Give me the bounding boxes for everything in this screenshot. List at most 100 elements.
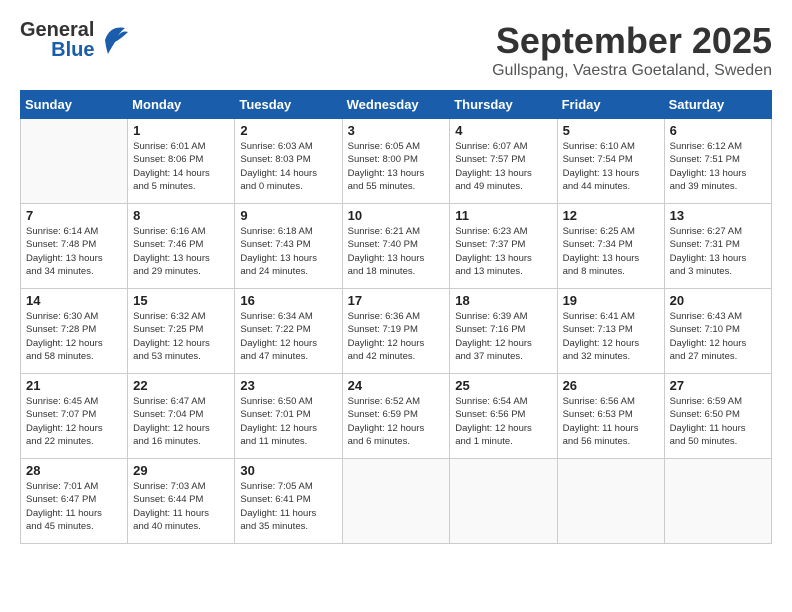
- title-block: September 2025 Gullspang, Vaestra Goetal…: [492, 20, 772, 80]
- weekday-header-wednesday: Wednesday: [342, 91, 450, 119]
- day-info: Sunrise: 6:47 AM Sunset: 7:04 PM Dayligh…: [133, 395, 229, 448]
- weekday-header-row: SundayMondayTuesdayWednesdayThursdayFrid…: [21, 91, 772, 119]
- day-number: 5: [563, 123, 659, 138]
- day-info: Sunrise: 6:43 AM Sunset: 7:10 PM Dayligh…: [670, 310, 766, 363]
- day-number: 10: [348, 208, 445, 223]
- week-row-5: 28 Sunrise: 7:01 AM Sunset: 6:47 PM Dayli…: [21, 459, 772, 544]
- day-number: 12: [563, 208, 659, 223]
- day-info: Sunrise: 6:16 AM Sunset: 7:46 PM Dayligh…: [133, 225, 229, 278]
- day-number: 15: [133, 293, 229, 308]
- logo-bird-icon: [100, 20, 130, 60]
- day-number: 22: [133, 378, 229, 393]
- day-number: 3: [348, 123, 445, 138]
- day-info: Sunrise: 6:52 AM Sunset: 6:59 PM Dayligh…: [348, 395, 445, 448]
- calendar-cell: 21 Sunrise: 6:45 AM Sunset: 7:07 PM Dayli…: [21, 374, 128, 459]
- calendar-cell: 30 Sunrise: 7:05 AM Sunset: 6:41 PM Dayli…: [235, 459, 342, 544]
- calendar-cell: 9 Sunrise: 6:18 AM Sunset: 7:43 PM Daylig…: [235, 204, 342, 289]
- day-info: Sunrise: 6:27 AM Sunset: 7:31 PM Dayligh…: [670, 225, 766, 278]
- day-number: 26: [563, 378, 659, 393]
- day-info: Sunrise: 6:05 AM Sunset: 8:00 PM Dayligh…: [348, 140, 445, 193]
- day-number: 8: [133, 208, 229, 223]
- day-info: Sunrise: 6:39 AM Sunset: 7:16 PM Dayligh…: [455, 310, 551, 363]
- page-header: General Blue September 2025 Gullspang, V…: [20, 20, 772, 80]
- calendar-cell: 15 Sunrise: 6:32 AM Sunset: 7:25 PM Dayli…: [128, 289, 235, 374]
- day-number: 29: [133, 463, 229, 478]
- day-info: Sunrise: 6:56 AM Sunset: 6:53 PM Dayligh…: [563, 395, 659, 448]
- calendar-cell: 3 Sunrise: 6:05 AM Sunset: 8:00 PM Daylig…: [342, 119, 450, 204]
- day-info: Sunrise: 6:41 AM Sunset: 7:13 PM Dayligh…: [563, 310, 659, 363]
- calendar-cell: 11Sunrise: 6:23 AM Sunset: 7:37 PM Dayli…: [450, 204, 557, 289]
- calendar-cell: 20Sunrise: 6:43 AM Sunset: 7:10 PM Dayli…: [664, 289, 771, 374]
- day-info: Sunrise: 6:59 AM Sunset: 6:50 PM Dayligh…: [670, 395, 766, 448]
- day-number: 28: [26, 463, 122, 478]
- day-info: Sunrise: 6:10 AM Sunset: 7:54 PM Dayligh…: [563, 140, 659, 193]
- calendar-cell: 16 Sunrise: 6:34 AM Sunset: 7:22 PM Dayli…: [235, 289, 342, 374]
- calendar-cell: 10 Sunrise: 6:21 AM Sunset: 7:40 PM Dayli…: [342, 204, 450, 289]
- day-number: 30: [240, 463, 336, 478]
- day-info: Sunrise: 6:07 AM Sunset: 7:57 PM Dayligh…: [455, 140, 551, 193]
- calendar-cell: 5 Sunrise: 6:10 AM Sunset: 7:54 PM Daylig…: [557, 119, 664, 204]
- calendar-cell: 29 Sunrise: 7:03 AM Sunset: 6:44 PM Dayli…: [128, 459, 235, 544]
- month-title: September 2025: [492, 20, 772, 62]
- calendar-cell: 4 Sunrise: 6:07 AM Sunset: 7:57 PM Daylig…: [450, 119, 557, 204]
- calendar-cell: [21, 119, 128, 204]
- day-number: 6: [670, 123, 766, 138]
- weekday-header-sunday: Sunday: [21, 91, 128, 119]
- day-info: Sunrise: 6:18 AM Sunset: 7:43 PM Dayligh…: [240, 225, 336, 278]
- calendar-cell: 23Sunrise: 6:50 AM Sunset: 7:01 PM Dayli…: [235, 374, 342, 459]
- day-number: 13: [670, 208, 766, 223]
- day-number: 4: [455, 123, 551, 138]
- day-number: 17: [348, 293, 445, 308]
- calendar-cell: 2Sunrise: 6:03 AM Sunset: 8:03 PM Daylig…: [235, 119, 342, 204]
- day-info: Sunrise: 7:05 AM Sunset: 6:41 PM Dayligh…: [240, 480, 336, 533]
- day-number: 19: [563, 293, 659, 308]
- day-info: Sunrise: 7:03 AM Sunset: 6:44 PM Dayligh…: [133, 480, 229, 533]
- calendar-table: SundayMondayTuesdayWednesdayThursdayFrid…: [20, 90, 772, 544]
- day-info: Sunrise: 6:45 AM Sunset: 7:07 PM Dayligh…: [26, 395, 122, 448]
- calendar-cell: 12 Sunrise: 6:25 AM Sunset: 7:34 PM Dayli…: [557, 204, 664, 289]
- weekday-header-monday: Monday: [128, 91, 235, 119]
- logo: General Blue: [20, 20, 130, 60]
- calendar-cell: 8 Sunrise: 6:16 AM Sunset: 7:46 PM Daylig…: [128, 204, 235, 289]
- day-number: 16: [240, 293, 336, 308]
- calendar-cell: 13 Sunrise: 6:27 AM Sunset: 7:31 PM Dayli…: [664, 204, 771, 289]
- day-info: Sunrise: 6:21 AM Sunset: 7:40 PM Dayligh…: [348, 225, 445, 278]
- day-info: Sunrise: 6:12 AM Sunset: 7:51 PM Dayligh…: [670, 140, 766, 193]
- calendar-cell: 25 Sunrise: 6:54 AM Sunset: 6:56 PM Dayli…: [450, 374, 557, 459]
- calendar-cell: 14Sunrise: 6:30 AM Sunset: 7:28 PM Dayli…: [21, 289, 128, 374]
- day-number: 27: [670, 378, 766, 393]
- logo-blue: Blue: [51, 40, 94, 60]
- calendar-cell: 6 Sunrise: 6:12 AM Sunset: 7:51 PM Daylig…: [664, 119, 771, 204]
- day-info: Sunrise: 6:34 AM Sunset: 7:22 PM Dayligh…: [240, 310, 336, 363]
- day-number: 18: [455, 293, 551, 308]
- calendar-cell: 24Sunrise: 6:52 AM Sunset: 6:59 PM Dayli…: [342, 374, 450, 459]
- week-row-2: 7Sunrise: 6:14 AM Sunset: 7:48 PM Daylig…: [21, 204, 772, 289]
- day-info: Sunrise: 7:01 AM Sunset: 6:47 PM Dayligh…: [26, 480, 122, 533]
- day-info: Sunrise: 6:14 AM Sunset: 7:48 PM Dayligh…: [26, 225, 122, 278]
- calendar-cell: 28 Sunrise: 7:01 AM Sunset: 6:47 PM Dayli…: [21, 459, 128, 544]
- day-number: 23: [240, 378, 336, 393]
- day-info: Sunrise: 6:23 AM Sunset: 7:37 PM Dayligh…: [455, 225, 551, 278]
- calendar-cell: 26 Sunrise: 6:56 AM Sunset: 6:53 PM Dayli…: [557, 374, 664, 459]
- logo-general: General: [20, 20, 94, 40]
- day-info: Sunrise: 6:54 AM Sunset: 6:56 PM Dayligh…: [455, 395, 551, 448]
- weekday-header-saturday: Saturday: [664, 91, 771, 119]
- calendar-cell: 18 Sunrise: 6:39 AM Sunset: 7:16 PM Dayli…: [450, 289, 557, 374]
- calendar-cell: 22 Sunrise: 6:47 AM Sunset: 7:04 PM Dayli…: [128, 374, 235, 459]
- week-row-4: 21 Sunrise: 6:45 AM Sunset: 7:07 PM Dayli…: [21, 374, 772, 459]
- day-info: Sunrise: 6:30 AM Sunset: 7:28 PM Dayligh…: [26, 310, 122, 363]
- location-title: Gullspang, Vaestra Goetaland, Sweden: [492, 62, 772, 80]
- day-number: 21: [26, 378, 122, 393]
- day-info: Sunrise: 6:25 AM Sunset: 7:34 PM Dayligh…: [563, 225, 659, 278]
- calendar-cell: 17Sunrise: 6:36 AM Sunset: 7:19 PM Dayli…: [342, 289, 450, 374]
- day-number: 2: [240, 123, 336, 138]
- calendar-cell: [450, 459, 557, 544]
- weekday-header-tuesday: Tuesday: [235, 91, 342, 119]
- weekday-header-thursday: Thursday: [450, 91, 557, 119]
- day-info: Sunrise: 6:01 AM Sunset: 8:06 PM Dayligh…: [133, 140, 229, 193]
- day-info: Sunrise: 6:32 AM Sunset: 7:25 PM Dayligh…: [133, 310, 229, 363]
- day-number: 9: [240, 208, 336, 223]
- day-number: 25: [455, 378, 551, 393]
- calendar-cell: 1Sunrise: 6:01 AM Sunset: 8:06 PM Daylig…: [128, 119, 235, 204]
- calendar-cell: 7Sunrise: 6:14 AM Sunset: 7:48 PM Daylig…: [21, 204, 128, 289]
